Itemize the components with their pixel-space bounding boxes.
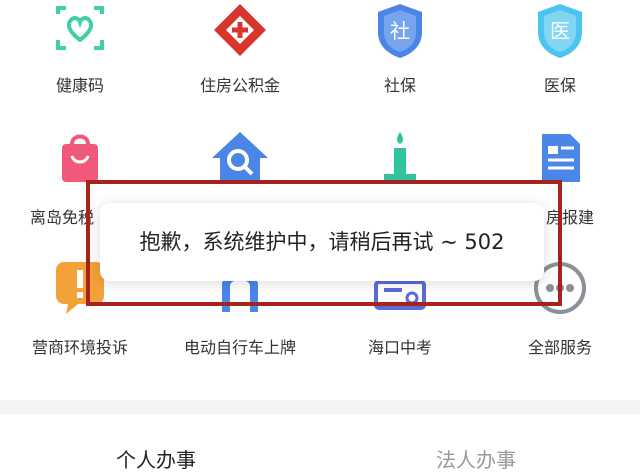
service-health-code[interactable]: 健康码 bbox=[0, 0, 160, 110]
service-label: 电动自行车上牌 bbox=[183, 338, 296, 357]
health-code-icon bbox=[56, 6, 104, 50]
medical-insurance-icon: 医 bbox=[538, 4, 582, 58]
social-security-icon: 社 bbox=[378, 4, 422, 58]
highlight-box bbox=[86, 180, 562, 306]
service-label: 医保 bbox=[543, 76, 576, 95]
social-security-glyph: 社 bbox=[390, 19, 410, 43]
section-divider bbox=[0, 400, 640, 414]
service-label: 营商环境投诉 bbox=[31, 338, 128, 357]
service-medical-insurance[interactable]: 医 医保 bbox=[480, 0, 640, 110]
service-label: 健康码 bbox=[55, 76, 104, 95]
tab-personal[interactable]: 个人办事 bbox=[116, 444, 196, 473]
service-label: 住房公积金 bbox=[199, 76, 280, 95]
service-label: 社保 bbox=[383, 76, 416, 95]
service-label: 海口中考 bbox=[367, 338, 432, 357]
service-social-security[interactable]: 社 社保 bbox=[320, 0, 480, 110]
tab-bar: 个人办事 法人办事 bbox=[0, 414, 640, 473]
housing-fund-icon bbox=[214, 4, 266, 56]
medical-insurance-glyph: 医 bbox=[550, 19, 570, 43]
service-label: 全部服务 bbox=[527, 338, 592, 357]
tab-corporate[interactable]: 法人办事 bbox=[436, 444, 516, 473]
service-housing-fund[interactable]: 住房公积金 bbox=[160, 0, 320, 110]
